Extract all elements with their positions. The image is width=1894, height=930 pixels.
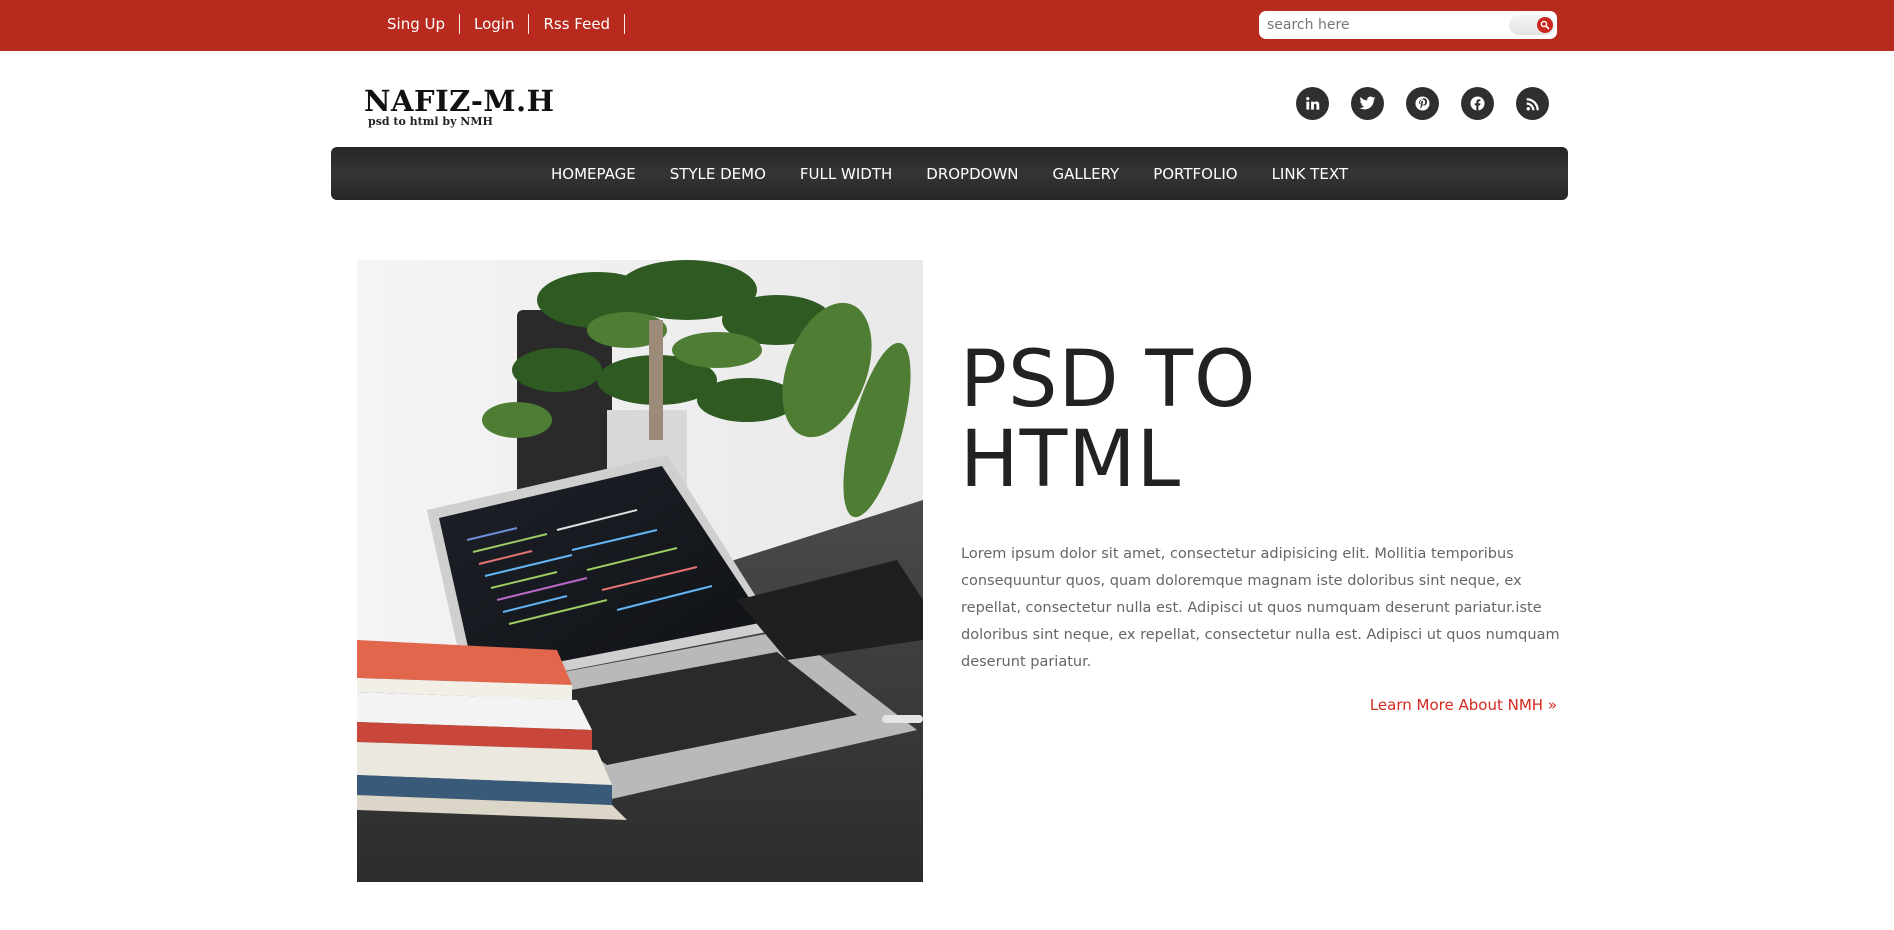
nav-item-homepage[interactable]: HOMEPAGE [534,165,653,183]
search-button[interactable] [1509,15,1555,35]
nav-item-portfolio[interactable]: PORTFOLIO [1136,165,1254,183]
main-nav: HOMEPAGE STYLE DEMO FULL WIDTH DROPDOWN … [331,147,1568,200]
signup-link[interactable]: Sing Up [375,14,460,34]
search-box [1259,11,1557,39]
nav-item-style-demo[interactable]: STYLE DEMO [653,165,783,183]
hero-paragraph: Lorem ipsum dolor sit amet, consectetur … [961,546,1560,670]
search-icon [1537,17,1553,33]
site-logo[interactable]: NAFIZ-M.H psd to html by NMH [364,86,554,128]
nav-item-dropdown[interactable]: DROPDOWN [909,165,1035,183]
nav-item-gallery[interactable]: GALLERY [1036,165,1137,183]
logo-title: NAFIZ-M.H [364,84,555,118]
learn-more-link[interactable]: Learn More About NMH » [1370,696,1557,714]
search-input[interactable] [1259,11,1507,39]
pinterest-icon[interactable] [1406,87,1439,120]
rss-icon[interactable] [1516,87,1549,120]
rss-feed-link[interactable]: Rss Feed [529,14,626,34]
facebook-icon[interactable] [1461,87,1494,120]
twitter-icon[interactable] [1351,87,1384,120]
hero-title: PSD TO HTML [960,340,1460,500]
top-links: Sing Up Login Rss Feed [375,14,626,34]
hero-image [357,260,923,882]
top-bar: Sing Up Login Rss Feed [0,0,1894,51]
login-link[interactable]: Login [460,14,530,34]
nav-item-full-width[interactable]: FULL WIDTH [783,165,909,183]
hero-title-line2: HTML [960,415,1182,505]
nav-item-link-text[interactable]: LINK TEXT [1255,165,1365,183]
hero-title-line1: PSD TO [960,335,1257,425]
linkedin-icon[interactable] [1296,87,1329,120]
social-icons [1296,87,1549,120]
